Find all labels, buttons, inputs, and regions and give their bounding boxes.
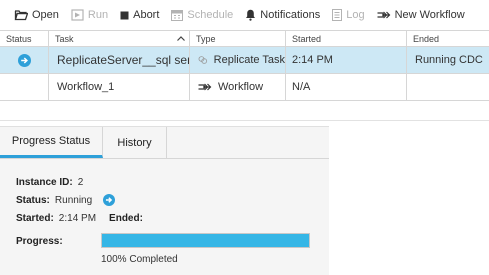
log-button[interactable]: Log — [332, 9, 365, 21]
started-value: 2:14 PM — [58, 213, 97, 224]
stop-icon — [120, 11, 129, 19]
started-cell: 2:14 PM — [286, 47, 407, 73]
folder-open-icon — [14, 10, 28, 21]
column-header-started[interactable]: Started — [286, 31, 407, 46]
progress-bar — [101, 233, 310, 248]
progress-text: 100% Completed — [101, 254, 178, 265]
log-label: Log — [346, 9, 365, 21]
ended-cell: Running CDC — [415, 54, 483, 66]
open-label: Open — [32, 9, 59, 21]
instance-id-label: Instance ID: — [16, 177, 73, 188]
replicate-task-icon — [198, 56, 208, 64]
progress-bar-fill — [102, 234, 309, 247]
column-header-ended[interactable]: Ended — [407, 31, 489, 46]
scrollbar-track — [0, 120, 489, 121]
column-header-task[interactable]: Task — [49, 31, 190, 46]
new-workflow-button[interactable]: New Workflow — [377, 9, 465, 21]
started-label: Started: — [16, 213, 54, 224]
progress-label: Progress: — [16, 236, 63, 247]
new-workflow-label: New Workflow — [394, 9, 465, 21]
tab-progress-status[interactable]: Progress Status — [0, 127, 103, 158]
bell-icon — [246, 9, 256, 21]
started-ended-row: Started: 2:14 PM Ended: — [16, 213, 143, 224]
table-row[interactable]: Workflow_1 Workflow N/A — [0, 74, 489, 101]
calendar-icon — [171, 10, 184, 21]
status-row: Status: Running — [16, 194, 116, 206]
type-cell: Replicate Task — [190, 47, 286, 73]
notifications-label: Notifications — [260, 9, 321, 21]
status-cell — [0, 47, 49, 73]
horizontal-scrollbar[interactable] — [0, 100, 489, 121]
run-label: Run — [87, 9, 109, 21]
sort-ascending-icon — [177, 36, 185, 41]
toolbar: Open Run Abort Schedule Notifications Lo… — [0, 0, 489, 30]
abort-label: Abort — [133, 9, 160, 21]
tab-history[interactable]: History — [103, 127, 167, 158]
status-cell — [0, 74, 49, 100]
schedule-label: Schedule — [187, 9, 234, 21]
abort-button[interactable]: Abort — [120, 9, 159, 21]
workflow-icon — [198, 83, 212, 91]
status-value: Running — [54, 194, 93, 206]
schedule-button[interactable]: Schedule — [171, 9, 233, 21]
task-cell: ReplicateServer__sql server — [49, 47, 190, 73]
running-status-icon — [17, 53, 31, 67]
instance-id-row: Instance ID: 2 — [16, 177, 83, 188]
task-grid: Status Task Type Started Ended Replicate… — [0, 30, 489, 101]
status-label: Status: — [16, 194, 50, 206]
ended-cell — [407, 74, 489, 100]
column-header-type[interactable]: Type — [190, 31, 286, 46]
instance-id-value: 2 — [77, 177, 84, 188]
tab-divider — [0, 158, 329, 159]
notifications-button[interactable]: Notifications — [245, 9, 320, 21]
task-cell: Workflow_1 — [49, 74, 190, 100]
run-button[interactable]: Run — [71, 9, 108, 21]
table-row[interactable]: ReplicateServer__sql server Replicate Ta… — [0, 47, 489, 74]
run-icon — [71, 9, 84, 21]
log-icon — [332, 9, 343, 21]
workflow-icon — [377, 11, 390, 19]
type-cell: Workflow — [190, 74, 286, 100]
open-button[interactable]: Open — [14, 9, 59, 21]
running-status-icon — [103, 194, 116, 206]
details-panel: Progress Status History Instance ID: 2 S… — [0, 126, 329, 275]
ended-label: Ended: — [109, 213, 143, 224]
grid-header: Status Task Type Started Ended — [0, 30, 489, 47]
details-tabs: Progress Status History — [0, 127, 167, 158]
progress-row: Progress: — [16, 236, 63, 247]
column-header-status[interactable]: Status — [0, 31, 49, 46]
started-cell: N/A — [286, 74, 407, 100]
